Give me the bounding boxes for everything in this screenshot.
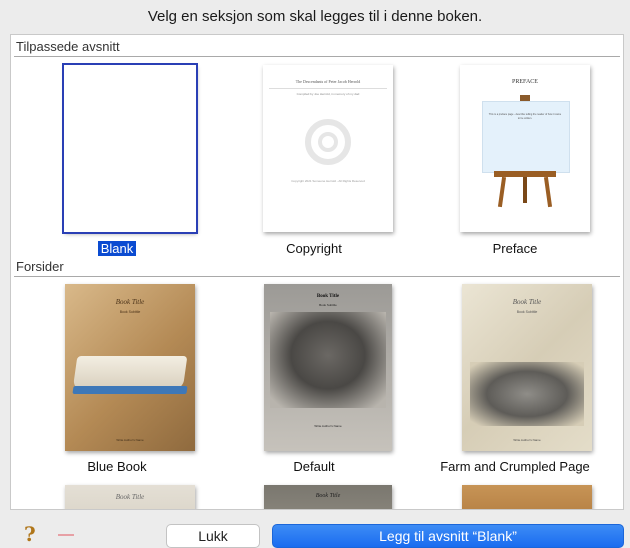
section-header-covers: Forsider (11, 257, 623, 277)
item-label: Default (293, 459, 335, 474)
blue-book-thumbnail[interactable]: Book Title Book Subtitle Write Author's … (65, 284, 195, 451)
question-mark-icon[interactable]: ? (24, 522, 36, 546)
item-label: Farm and Crumpled Page (440, 459, 590, 474)
minus-icon[interactable] (58, 534, 74, 536)
farm-thumbnail[interactable]: Book Title Book Subtitle Write Author's … (462, 284, 592, 451)
blank-thumbnail[interactable] (62, 63, 198, 234)
dialog-footer: ? Lukk Legg til avsnitt “Blank” (0, 512, 630, 548)
family-photo (270, 312, 386, 408)
item-label: Copyright (286, 241, 342, 256)
section-list[interactable]: Tilpassede avsnitt Blank The Descendants… (10, 34, 624, 510)
open-book-icon (72, 356, 188, 390)
copyright-thumbnail[interactable]: The Descendants of Peter Jacob Herrold C… (263, 65, 393, 232)
close-button[interactable]: Lukk (166, 524, 260, 548)
item-label: Preface (492, 241, 538, 256)
easel-canvas (482, 101, 570, 173)
add-section-button[interactable]: Legg til avsnitt “Blank” (272, 524, 624, 548)
default-thumbnail[interactable]: Book Title Book Subtitle Write Author's … (264, 284, 392, 451)
section-header-custom: Tilpassede avsnitt (11, 37, 623, 57)
item-label: Blank (17, 241, 217, 256)
farm-photo (470, 362, 584, 426)
item-label: Blue Book (87, 459, 147, 474)
preface-thumbnail[interactable]: PREFACE This is a preface page - describ… (460, 65, 590, 232)
cover-thumbnail-partial[interactable]: Book Title (264, 485, 392, 509)
cover-thumbnail-partial[interactable] (462, 485, 592, 509)
cover-thumbnail-partial[interactable]: Book Title (65, 485, 195, 509)
dialog-title: Velg en seksjon som skal legges til i de… (147, 7, 483, 25)
